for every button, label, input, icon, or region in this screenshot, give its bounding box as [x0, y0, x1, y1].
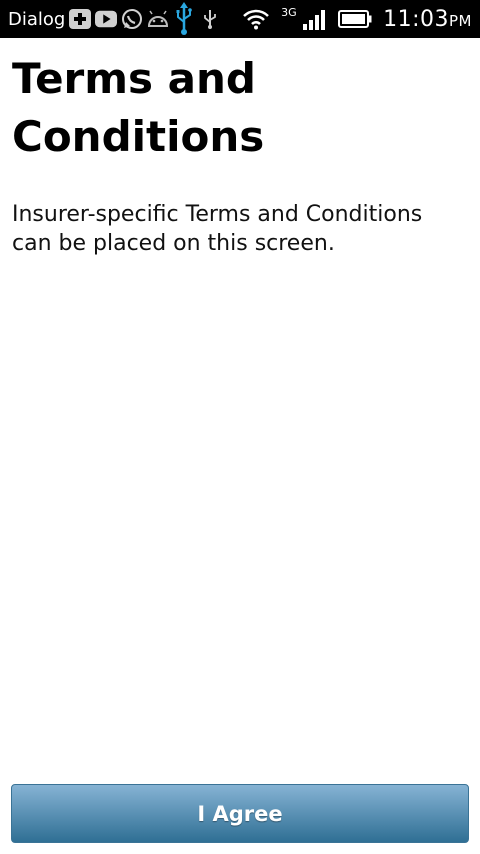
agree-button-label: I Agree [197, 801, 283, 826]
agree-button[interactable]: I Agree [11, 784, 469, 843]
page-title: Terms and Conditions [12, 50, 468, 166]
wifi-icon [241, 8, 271, 30]
notification-icons [69, 2, 221, 35]
clock: 11:03PM [383, 7, 472, 32]
page-title-line2: Conditions [12, 112, 265, 161]
whatsapp-icon [121, 8, 143, 30]
status-bar: Dialog 3G 11:03PM [0, 0, 480, 38]
network-type: 3G [281, 6, 297, 19]
terms-body-text: Insurer-specific Terms and Conditions ca… [12, 202, 423, 256]
youtube-icon [95, 8, 118, 30]
clock-ampm: PM [449, 11, 472, 30]
usb-debug-icon [199, 8, 221, 30]
battery-icon [337, 8, 373, 30]
terms-content: Terms and Conditions Insurer-specific Te… [12, 50, 468, 258]
plus-icon [69, 8, 92, 30]
usb-icon [173, 2, 195, 35]
android-icon [147, 8, 169, 30]
carrier-name: Dialog [8, 8, 66, 30]
clock-time: 11:03 [383, 6, 449, 32]
page-title-line1: Terms and [12, 54, 256, 103]
status-right: 3G 11:03PM [241, 6, 472, 32]
signal-icon: 3G [281, 6, 327, 32]
